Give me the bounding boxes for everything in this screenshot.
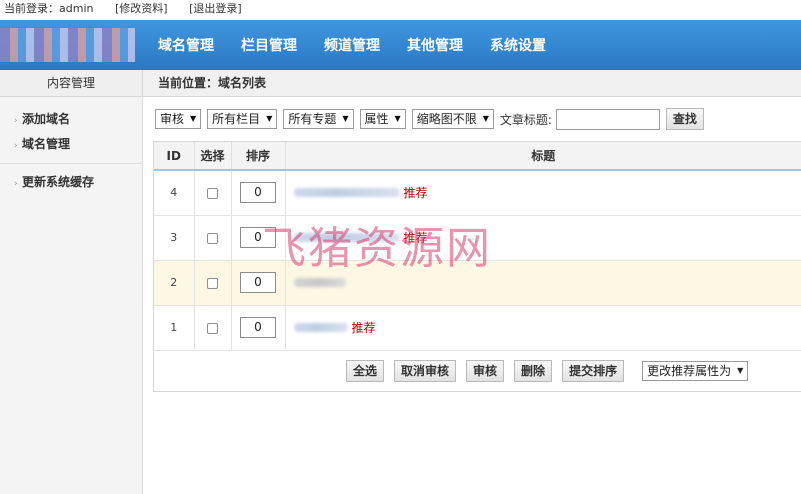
column-header-order: 排序 [231, 142, 286, 171]
change-attribute-select[interactable]: 更改推荐属性为 ▼ [642, 360, 749, 381]
blurred-title[interactable] [293, 278, 346, 287]
title-search-label: 文章标题: [499, 112, 552, 127]
bulk-actions: 全选 取消审核 审核 删除 提交排序 更改推荐属性为 ▼ [154, 351, 801, 391]
search-button[interactable]: 查找 [665, 108, 704, 130]
order-input[interactable]: 0 [240, 317, 276, 338]
row-title: 推荐 [285, 170, 801, 216]
row-title [285, 260, 801, 306]
sidebar-item-domain-management[interactable]: › 域名管理 [14, 132, 142, 157]
row-id: 2 [154, 260, 195, 306]
bullet-icon: › [14, 116, 18, 126]
audit-button[interactable]: 审核 [466, 359, 505, 382]
submit-order-button[interactable]: 提交排序 [562, 359, 625, 382]
recommend-tag: 推荐 [403, 186, 428, 201]
sidebar-item-label: 更新系统缓存 [22, 175, 95, 189]
table-row: 4 0 推荐 [154, 170, 801, 216]
row-id: 4 [154, 170, 195, 216]
nav-other-management[interactable]: 其他管理 [397, 20, 473, 70]
dropdown-arrow-icon: ▼ [737, 365, 744, 375]
row-checkbox[interactable] [207, 322, 218, 334]
category-select[interactable]: 所有栏目 ▼ [207, 109, 278, 129]
column-header-select: 选择 [194, 142, 232, 171]
order-input[interactable]: 0 [240, 182, 276, 204]
thumbnail-select[interactable]: 缩略图不限 ▼ [411, 109, 494, 129]
select-value: 所有专题 [288, 112, 337, 126]
sidebar-item-label: 添加域名 [22, 112, 71, 126]
nav-system-settings[interactable]: 系统设置 [480, 20, 556, 70]
select-value: 审核 [160, 112, 185, 126]
select-all-button[interactable]: 全选 [346, 359, 385, 382]
login-status: 当前登录：admin [4, 2, 94, 15]
sidebar: 内容管理 › 添加域名 › 域名管理 › 更新系统缓存 [0, 70, 143, 494]
row-id: 1 [154, 305, 195, 351]
select-value: 所有栏目 [212, 112, 261, 126]
recommend-tag: 推荐 [351, 321, 376, 335]
table-row: 1 0 推荐 [154, 305, 801, 351]
main-nav: 域名管理 栏目管理 频道管理 其他管理 系统设置 [148, 20, 563, 70]
blurred-title[interactable] [293, 188, 400, 198]
column-header-title: 标题 [285, 142, 801, 171]
row-checkbox[interactable] [207, 187, 218, 199]
sidebar-item-update-cache[interactable]: › 更新系统缓存 [14, 170, 142, 195]
row-checkbox[interactable] [207, 277, 218, 289]
recommend-tag: 推荐 [403, 231, 428, 245]
bullet-icon: › [14, 179, 18, 189]
nav-domain-management[interactable]: 域名管理 [148, 20, 224, 70]
domain-table: ID 选择 排序 标题 4 0 推荐 3 0 推荐 2 0 1 0 推荐 全选 … [153, 141, 801, 392]
logout-link[interactable]: [退出登录] [189, 2, 242, 15]
table-row: 2 0 [154, 260, 801, 306]
attribute-select[interactable]: 属性 ▼ [359, 109, 406, 129]
row-title: 推荐 [285, 215, 801, 261]
audit-select[interactable]: 审核 ▼ [155, 109, 202, 129]
login-bar: 当前登录：admin [修改资料] [退出登录] [0, 0, 801, 20]
header: 域名管理 栏目管理 频道管理 其他管理 系统设置 [0, 20, 801, 70]
topic-select[interactable]: 所有专题 ▼ [283, 109, 354, 129]
blurred-title[interactable] [293, 323, 348, 332]
sidebar-item-add-domain[interactable]: › 添加域名 [14, 107, 142, 132]
row-title: 推荐 [285, 305, 801, 351]
nav-column-management[interactable]: 栏目管理 [231, 20, 307, 70]
filter-bar: 审核 ▼ 所有栏目 ▼ 所有专题 ▼ 属性 ▼ 缩略图不限 ▼ 文章标题: 查找 [155, 108, 704, 130]
sidebar-group: › 添加域名 › 域名管理 [0, 97, 142, 164]
select-value: 缩略图不限 [416, 112, 477, 126]
nav-channel-management[interactable]: 频道管理 [314, 20, 390, 70]
dropdown-arrow-icon: ▼ [266, 114, 273, 123]
order-input[interactable]: 0 [240, 227, 276, 248]
row-checkbox[interactable] [207, 232, 218, 244]
dropdown-arrow-icon: ▼ [190, 114, 197, 123]
title-search-input[interactable] [555, 108, 660, 130]
bullet-icon: › [14, 141, 18, 151]
sidebar-item-label: 域名管理 [22, 137, 71, 151]
dropdown-arrow-icon: ▼ [342, 114, 349, 123]
table-row: 3 0 推荐 [154, 215, 801, 261]
select-value: 属性 [364, 112, 389, 126]
column-header-id: ID [154, 142, 195, 171]
breadcrumb: 当前位置：域名列表 [143, 70, 801, 97]
edit-profile-link[interactable]: [修改资料] [115, 2, 168, 15]
logo [0, 28, 135, 62]
order-input[interactable]: 0 [240, 272, 276, 293]
cancel-audit-button[interactable]: 取消审核 [394, 359, 457, 382]
delete-button[interactable]: 删除 [514, 359, 553, 382]
dropdown-arrow-icon: ▼ [394, 114, 401, 123]
sidebar-group: › 更新系统缓存 [0, 164, 142, 201]
blurred-title[interactable] [293, 233, 400, 242]
row-id: 3 [154, 215, 195, 261]
sidebar-title: 内容管理 [0, 70, 142, 97]
dropdown-arrow-icon: ▼ [482, 114, 489, 123]
select-value: 更改推荐属性为 [647, 363, 732, 378]
